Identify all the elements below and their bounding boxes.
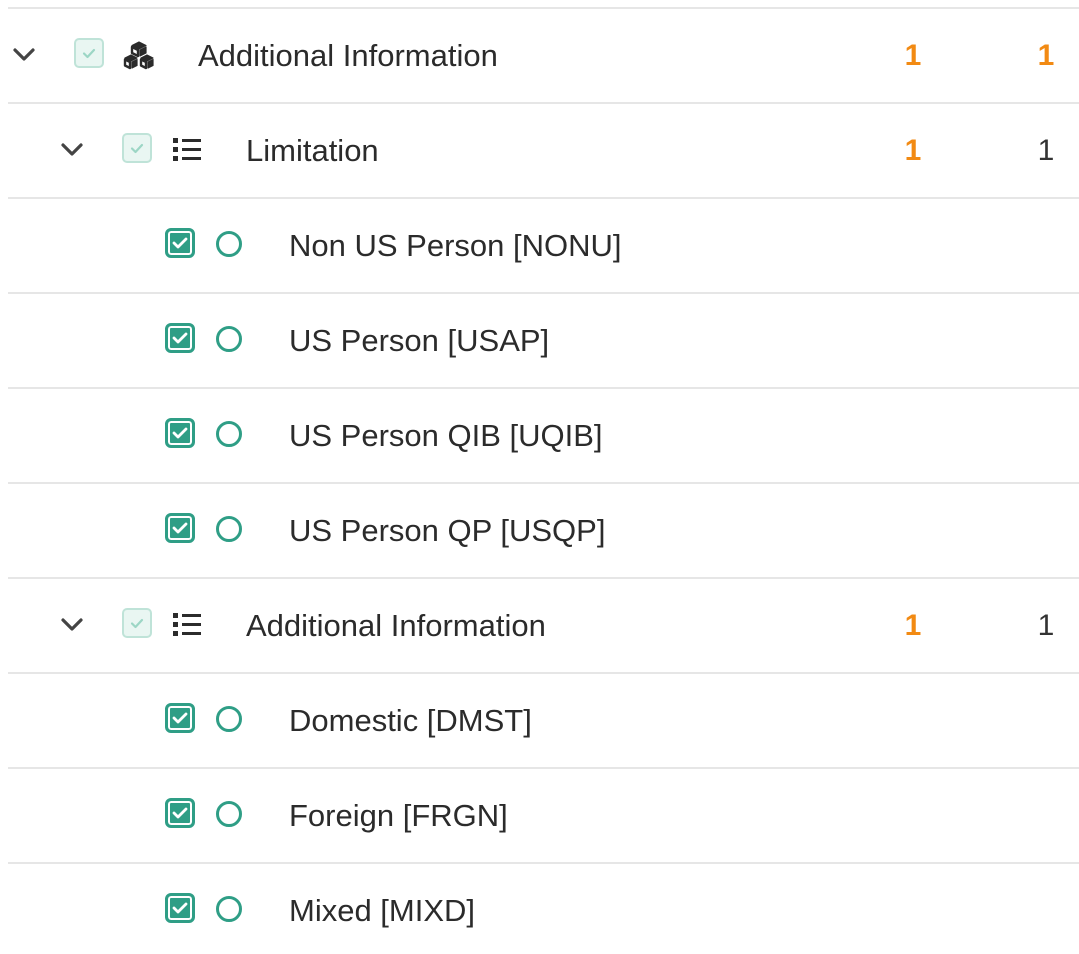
- row-label: Additional Information: [246, 608, 546, 643]
- checkbox-checked[interactable]: [165, 798, 195, 828]
- chevron-down-icon[interactable]: [59, 612, 85, 638]
- radio-circle-icon[interactable]: [216, 421, 242, 447]
- row-label: Non US Person [NONU]: [289, 228, 622, 263]
- tree-row-option[interactable]: Domestic [DMST]: [8, 674, 1079, 769]
- count-badge: 1: [904, 609, 922, 642]
- tree-row-list[interactable]: Additional Information 1 1: [8, 579, 1079, 674]
- count-badge: 1: [1037, 39, 1055, 72]
- list-icon: [170, 133, 204, 167]
- row-label: Mixed [MIXD]: [289, 893, 476, 928]
- checkbox-partial[interactable]: [122, 133, 152, 163]
- row-label: Additional Information: [198, 38, 498, 73]
- count-badge: 1: [1037, 609, 1055, 642]
- row-label: Foreign [FRGN]: [289, 798, 508, 833]
- tree-row-option[interactable]: Foreign [FRGN]: [8, 769, 1079, 864]
- chevron-down-icon[interactable]: [59, 137, 85, 163]
- tree-view: Additional Information 1 1 Limitation 1 …: [0, 0, 1079, 954]
- tree-row-option[interactable]: Mixed [MIXD]: [8, 864, 1079, 954]
- radio-circle-icon[interactable]: [216, 231, 242, 257]
- tree-row-option[interactable]: US Person [USAP]: [8, 294, 1079, 389]
- chevron-down-icon[interactable]: [11, 42, 37, 68]
- checkbox-checked[interactable]: [165, 893, 195, 923]
- count-badge: 1: [1037, 134, 1055, 167]
- radio-circle-icon[interactable]: [216, 326, 242, 352]
- radio-circle-icon[interactable]: [216, 896, 242, 922]
- row-label: US Person QIB [UQIB]: [289, 418, 603, 453]
- radio-circle-icon[interactable]: [216, 706, 242, 732]
- checkbox-checked[interactable]: [165, 323, 195, 353]
- tree-row-option[interactable]: Non US Person [NONU]: [8, 199, 1079, 294]
- cubes-icon: [122, 38, 156, 72]
- checkbox-checked[interactable]: [165, 513, 195, 543]
- list-icon: [170, 608, 204, 642]
- row-label: US Person [USAP]: [289, 323, 550, 358]
- row-label: Limitation: [246, 133, 379, 168]
- tree-row-option[interactable]: US Person QP [USQP]: [8, 484, 1079, 579]
- checkbox-checked[interactable]: [165, 228, 195, 258]
- checkbox-checked[interactable]: [165, 703, 195, 733]
- count-badge: 1: [904, 39, 922, 72]
- tree-row-group[interactable]: Additional Information 1 1: [8, 9, 1079, 104]
- radio-circle-icon[interactable]: [216, 516, 242, 542]
- radio-circle-icon[interactable]: [216, 801, 242, 827]
- row-label: Domestic [DMST]: [289, 703, 532, 738]
- checkbox-partial[interactable]: [74, 38, 104, 68]
- checkbox-partial[interactable]: [122, 608, 152, 638]
- count-badge: 1: [904, 134, 922, 167]
- row-label: US Person QP [USQP]: [289, 513, 606, 548]
- tree-row-list[interactable]: Limitation 1 1: [8, 104, 1079, 199]
- tree-row-option[interactable]: US Person QIB [UQIB]: [8, 389, 1079, 484]
- checkbox-checked[interactable]: [165, 418, 195, 448]
